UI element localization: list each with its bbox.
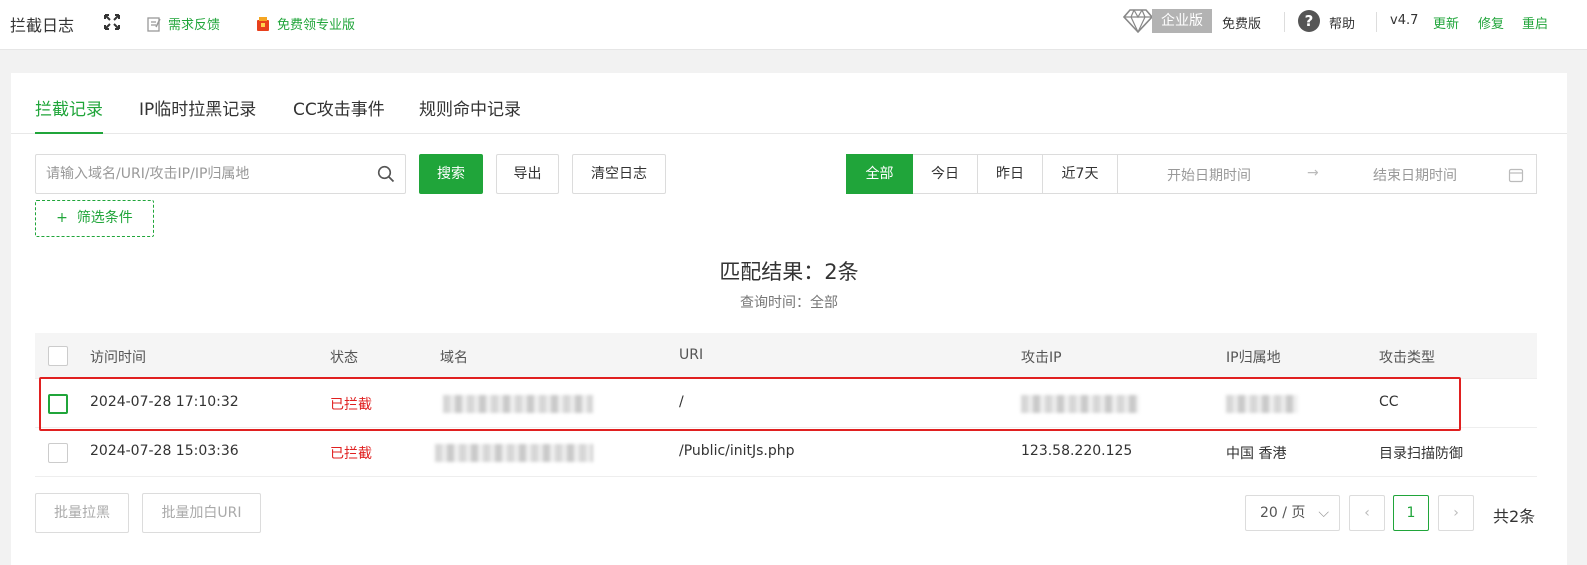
status-badge: 已拦截 xyxy=(330,397,372,413)
date-filter-all[interactable]: 全部 xyxy=(846,154,913,194)
row-checkbox[interactable] xyxy=(48,443,68,463)
uri: / xyxy=(679,394,684,410)
top-bar: 拦截日志 需求反馈 免费领专业版 企业版 免费版 ? 帮助 v4.7 更新 修复… xyxy=(0,0,1587,50)
date-filter-today[interactable]: 今日 xyxy=(913,154,978,194)
uri: /Public/initJs.php xyxy=(679,443,795,459)
gift-icon xyxy=(257,16,269,31)
column-header: 域名 xyxy=(440,350,468,366)
column-header: 状态 xyxy=(330,350,358,366)
table-row[interactable]: 2024-07-28 15:03:36 已拦截 /Public/initJs.p… xyxy=(35,428,1537,477)
attack-ip-redacted xyxy=(1021,395,1139,413)
export-button[interactable]: 导出 xyxy=(496,154,559,194)
access-time: 2024-07-28 17:10:32 xyxy=(90,394,239,410)
ip-location-redacted xyxy=(1226,395,1298,413)
edit-icon xyxy=(147,16,161,32)
plus-icon: + xyxy=(56,210,68,226)
tab-ip-temp-block[interactable]: IP临时拉黑记录 xyxy=(139,95,256,134)
select-all-checkbox[interactable] xyxy=(48,346,68,366)
chevron-down-icon: ⌵ xyxy=(1318,505,1329,521)
batch-whitelist-uri-button[interactable]: 批量加白URI xyxy=(142,493,261,533)
free-version-label[interactable]: 免费版 xyxy=(1222,13,1261,32)
page-size-value: 20 / 页 xyxy=(1260,505,1306,521)
page-number-button[interactable]: 1 xyxy=(1393,495,1429,531)
start-datetime[interactable]: 开始日期时间 xyxy=(1167,165,1251,185)
restart-link[interactable]: 重启 xyxy=(1522,13,1548,32)
date-range-picker[interactable]: 开始日期时间 → 结束日期时间 xyxy=(1117,154,1537,194)
query-time-label: 查询时间：全部 xyxy=(740,295,838,311)
update-link[interactable]: 更新 xyxy=(1433,13,1459,32)
table-row[interactable]: 2024-07-28 17:10:32 已拦截 / CC xyxy=(35,379,1537,428)
help-link[interactable]: 帮助 xyxy=(1329,13,1355,32)
tab-block-records[interactable]: 拦截记录 xyxy=(35,95,103,134)
next-page-button[interactable]: › xyxy=(1438,495,1474,531)
free-pro-link[interactable]: 免费领专业版 xyxy=(255,14,355,33)
attack-type: 目录扫描防御 xyxy=(1379,446,1463,462)
page-size-select[interactable]: 20 / 页 ⌵ xyxy=(1245,495,1340,531)
feedback-link[interactable]: 需求反馈 xyxy=(146,14,220,33)
search-button[interactable]: 搜索 xyxy=(419,154,483,194)
domain-redacted xyxy=(435,444,593,462)
attack-type: CC xyxy=(1379,394,1399,410)
version-label: v4.7 xyxy=(1390,13,1419,28)
batch-block-button[interactable]: 批量拉黑 xyxy=(35,493,129,533)
domain-redacted xyxy=(443,395,593,413)
end-datetime[interactable]: 结束日期时间 xyxy=(1373,165,1457,185)
arrow-right-icon: → xyxy=(1307,165,1319,181)
date-filter-yesterday[interactable]: 昨日 xyxy=(978,154,1043,194)
ip-location: 中国 香港 xyxy=(1226,446,1287,462)
enterprise-badge[interactable]: 企业版 xyxy=(1152,9,1212,33)
column-header: 攻击IP xyxy=(1021,350,1062,366)
column-header: IP归属地 xyxy=(1226,350,1281,366)
calendar-icon xyxy=(1508,168,1524,183)
prev-page-button[interactable]: ‹ xyxy=(1349,495,1385,531)
search-input[interactable] xyxy=(36,155,366,193)
main-panel: 拦截记录 IP临时拉黑记录 CC攻击事件 规则命中记录 搜索 导出 清空日志 +… xyxy=(11,73,1567,565)
free-pro-label: 免费领专业版 xyxy=(277,18,356,33)
clear-log-button[interactable]: 清空日志 xyxy=(572,154,666,194)
search-box xyxy=(35,154,406,194)
divider xyxy=(1284,12,1285,32)
column-header: URI xyxy=(679,347,704,363)
page-title: 拦截日志 xyxy=(10,16,75,35)
attack-ip: 123.58.220.125 xyxy=(1021,443,1133,459)
tab-rule-hits[interactable]: 规则命中记录 xyxy=(419,95,521,134)
diamond-icon xyxy=(1123,9,1153,34)
table-header: 访问时间 状态 域名 URI 攻击IP IP归属地 攻击类型 xyxy=(35,333,1537,379)
filter-conditions-button[interactable]: + 筛选条件 xyxy=(35,200,154,237)
match-result-title: 匹配结果：2条 xyxy=(719,260,859,284)
help-icon[interactable]: ? xyxy=(1298,10,1320,32)
fullscreen-icon[interactable] xyxy=(103,13,121,31)
column-header: 攻击类型 xyxy=(1379,350,1435,366)
repair-link[interactable]: 修复 xyxy=(1478,13,1504,32)
column-header: 访问时间 xyxy=(90,350,146,366)
total-count: 共2条 xyxy=(1493,507,1536,526)
filter-label: 筛选条件 xyxy=(76,210,133,226)
tab-bar: 拦截记录 IP临时拉黑记录 CC攻击事件 规则命中记录 xyxy=(11,73,1567,134)
status-badge: 已拦截 xyxy=(330,446,372,462)
search-icon[interactable] xyxy=(377,165,395,183)
tab-cc-attack[interactable]: CC攻击事件 xyxy=(293,95,385,134)
divider xyxy=(1376,12,1377,32)
access-time: 2024-07-28 15:03:36 xyxy=(90,443,239,459)
date-filter-7days[interactable]: 近7天 xyxy=(1043,154,1118,194)
row-checkbox[interactable] xyxy=(48,394,68,414)
feedback-label: 需求反馈 xyxy=(168,18,221,33)
